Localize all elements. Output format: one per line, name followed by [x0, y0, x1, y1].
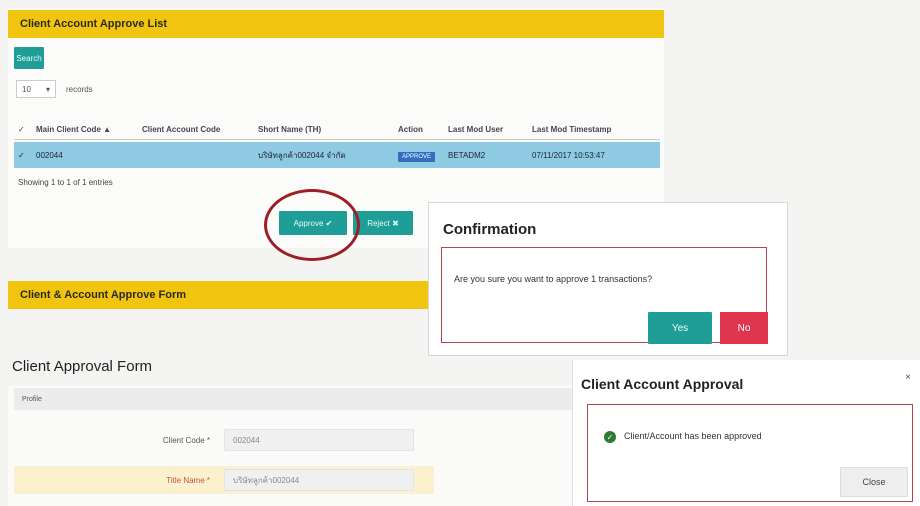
reject-button[interactable]: Reject ✖ — [353, 211, 413, 235]
client-code-row: Client Code * 002044 — [14, 426, 434, 454]
dropdown-arrow-icon: ▾ — [45, 84, 50, 94]
close-button[interactable]: Close — [840, 467, 908, 497]
cell-short-name: บริษัทลูกค้า002044 จำกัด — [258, 150, 346, 160]
showing-entries: Showing 1 to 1 of 1 entries — [18, 178, 113, 187]
col-last-mod-timestamp[interactable]: Last Mod Timestamp — [532, 125, 660, 134]
cell-last-mod-user: BETADM2 — [448, 150, 486, 160]
client-code-label: Client Code * — [162, 435, 210, 445]
confirmation-title: Confirmation — [443, 221, 537, 238]
col-client-account-code[interactable]: Client Account Code — [142, 125, 258, 134]
highlight-circle — [264, 189, 360, 261]
approval-message: Client/Account has been approved — [624, 431, 762, 441]
records-label: records — [66, 84, 93, 94]
col-short-name[interactable]: Short Name (TH) — [258, 125, 398, 134]
col-last-mod-user[interactable]: Last Mod User — [448, 125, 532, 134]
title-name-field[interactable]: บริษัทลูกค้า002044 — [224, 469, 414, 491]
select-all-check-icon[interactable]: ✓ — [14, 125, 36, 134]
client-code-field[interactable]: 002044 — [224, 429, 414, 451]
approve-form-bar-title: Client & Account Approve Form — [20, 289, 187, 301]
profile-section: Profile — [14, 388, 594, 410]
title-name-row: Title Name * บริษัทลูกค้า002044 — [14, 466, 434, 494]
approve-form-header: Client & Account Approve Form — [8, 281, 430, 309]
title-name-label: Title Name * — [166, 475, 210, 485]
records-per-page: 10 ▾ records — [16, 80, 93, 98]
page-size-value: 10 — [22, 84, 31, 94]
table-row[interactable]: ✓ 002044 บริษัทลูกค้า002044 จำกัด APPROV… — [14, 142, 660, 168]
col-main-client-code[interactable]: Main Client Code ▲ — [36, 125, 142, 134]
table-header: ✓ Main Client Code ▲ Client Account Code… — [14, 120, 660, 140]
page-size-select[interactable]: 10 ▾ — [16, 80, 56, 98]
approve-list-title: Client Account Approve List — [20, 18, 168, 30]
form-title: Client Approval Form — [12, 358, 153, 375]
confirmation-dialog: Confirmation Are you sure you want to ap… — [428, 202, 788, 356]
row-check-icon[interactable]: ✓ — [14, 151, 36, 160]
cell-last-mod-timestamp: 07/11/2017 10:53:47 — [532, 150, 605, 160]
action-badge: APPROVE — [398, 151, 436, 162]
no-button[interactable]: No — [720, 312, 768, 344]
approval-title: Client Account Approval — [581, 376, 744, 392]
cell-action: APPROVE — [398, 151, 448, 162]
success-check-icon: ✓ — [604, 431, 616, 443]
cell-main-client-code: 002044 — [36, 150, 63, 160]
confirmation-body: Are you sure you want to approve 1 trans… — [441, 247, 768, 344]
confirmation-message: Are you sure you want to approve 1 trans… — [454, 274, 653, 284]
close-x-icon[interactable]: × — [905, 372, 911, 383]
approve-list-header: Client Account Approve List — [8, 10, 664, 38]
approval-body: ✓ Client/Account has been approved Close — [587, 404, 913, 502]
yes-button[interactable]: Yes — [648, 312, 712, 344]
approval-dialog: Client Account Approval × ✓ Client/Accou… — [572, 360, 920, 506]
search-button[interactable]: Search — [14, 47, 44, 69]
col-action[interactable]: Action — [398, 125, 448, 134]
